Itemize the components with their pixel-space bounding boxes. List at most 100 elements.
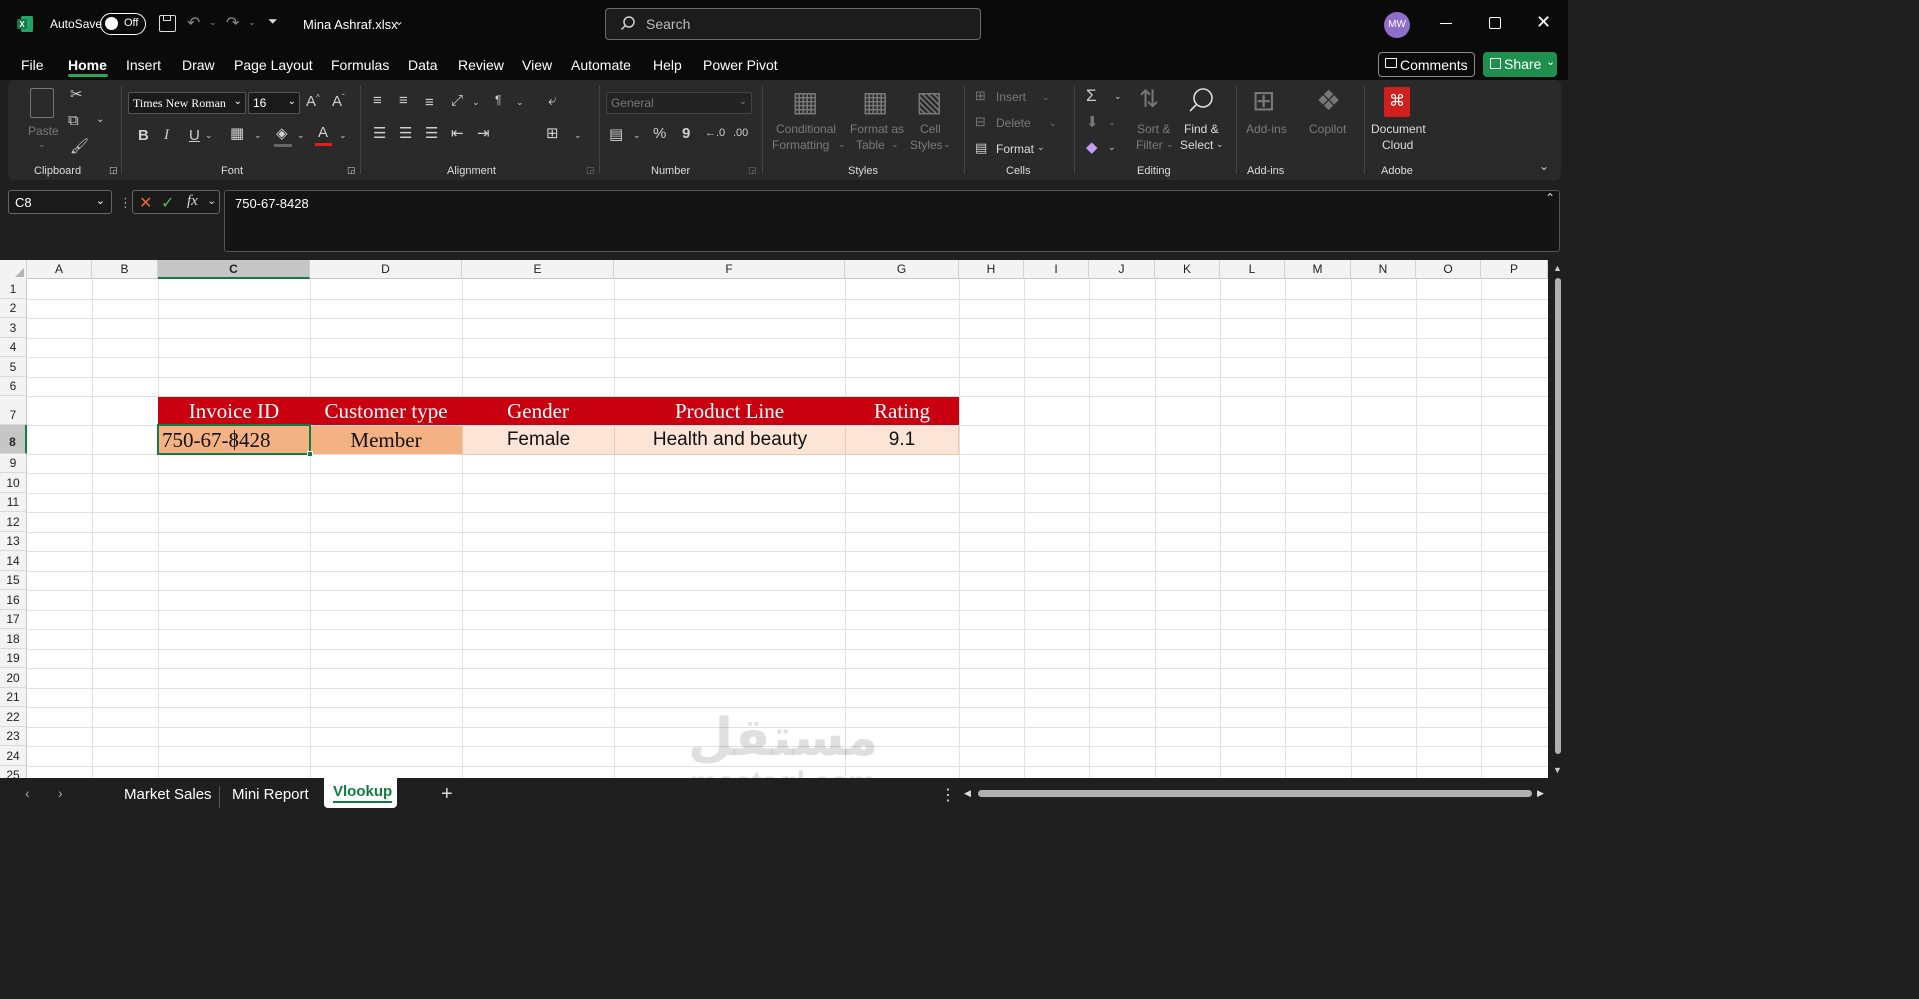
- align-right-icon[interactable]: ☰: [425, 126, 438, 141]
- cut-icon[interactable]: ✂: [70, 87, 83, 102]
- redo-dropdown-icon[interactable]: ⌄: [248, 17, 256, 28]
- scroll-left-icon[interactable]: ◀: [964, 788, 971, 799]
- close-icon[interactable]: ✕: [1536, 12, 1551, 33]
- chevron-down-icon[interactable]: ⌄: [207, 194, 216, 207]
- column-header-g[interactable]: G: [845, 260, 959, 279]
- row-header-selected[interactable]: 8: [0, 425, 27, 454]
- cell-customer-type[interactable]: Member: [310, 426, 462, 454]
- font-color-dropdown-icon[interactable]: ⌄: [339, 131, 347, 140]
- number-launcher-icon[interactable]: ◲: [748, 166, 757, 175]
- share-button[interactable]: Share ⌄: [1483, 52, 1557, 77]
- row-header[interactable]: 20: [0, 668, 27, 688]
- sheet-tab-mini-report[interactable]: Mini Report: [232, 786, 309, 803]
- row-header[interactable]: 25: [0, 766, 27, 778]
- row-header[interactable]: 1: [0, 279, 27, 299]
- add-ins-icon[interactable]: ⊞: [1252, 87, 1275, 115]
- column-header-a[interactable]: A: [27, 260, 92, 279]
- sort-filter-dropdown-icon[interactable]: ⌄: [1166, 140, 1174, 149]
- vertical-scroll-thumb[interactable]: [1555, 278, 1561, 754]
- merge-dropdown-icon[interactable]: ⌄: [574, 131, 582, 140]
- decrease-decimal-icon[interactable]: .00: [733, 128, 748, 139]
- column-header-o[interactable]: O: [1416, 260, 1481, 279]
- align-middle-icon[interactable]: ≡: [399, 93, 408, 108]
- row-header[interactable]: 12: [0, 512, 27, 532]
- clipboard-launcher-icon[interactable]: ◲: [109, 166, 118, 175]
- undo-dropdown-icon[interactable]: ⌄: [209, 17, 217, 28]
- conditional-formatting-label-2[interactable]: Formatting: [772, 138, 829, 152]
- restore-icon[interactable]: [1489, 17, 1501, 29]
- collapse-ribbon-icon[interactable]: ⌄: [1539, 160, 1549, 172]
- row-header[interactable]: 15: [0, 571, 27, 590]
- row-header[interactable]: 16: [0, 590, 27, 610]
- row-header[interactable]: 4: [0, 338, 27, 357]
- format-as-table-label-2[interactable]: Table: [856, 138, 885, 152]
- worksheet-grid[interactable]: A B C D E F G H I J K L M N O P 1 2 3 4 …: [0, 260, 1548, 778]
- cell-styles-label-2[interactable]: Styles: [910, 138, 943, 152]
- orientation-icon[interactable]: ⤢: [451, 93, 463, 108]
- vertical-scrollbar[interactable]: ▲ ▼: [1548, 260, 1568, 778]
- row-header[interactable]: 10: [0, 473, 27, 493]
- column-header-i[interactable]: I: [1024, 260, 1089, 279]
- increase-indent-icon[interactable]: ⇥: [477, 126, 490, 141]
- next-sheet-icon[interactable]: ›: [58, 785, 63, 801]
- sort-filter-label-2[interactable]: Filter: [1136, 138, 1163, 152]
- clear-dropdown-icon[interactable]: ⌄: [1108, 143, 1116, 152]
- find-select-dropdown-icon[interactable]: ⌄: [1216, 140, 1224, 149]
- accounting-format-icon[interactable]: ▤: [609, 127, 623, 142]
- autosum-dropdown-icon[interactable]: ⌄: [1114, 92, 1122, 101]
- redo-icon[interactable]: ↷: [226, 13, 239, 33]
- table-header-product-line[interactable]: Product Line: [614, 397, 845, 425]
- format-as-table-dropdown-icon[interactable]: ⌄: [891, 140, 899, 149]
- copilot-icon[interactable]: ❖: [1316, 87, 1341, 115]
- fill-icon[interactable]: ⬇: [1086, 115, 1099, 130]
- align-top-icon[interactable]: ≡: [373, 93, 382, 108]
- insert-cells-label[interactable]: Insert: [996, 90, 1026, 104]
- row-header[interactable]: 14: [0, 551, 27, 571]
- scroll-right-icon[interactable]: ▶: [1537, 788, 1544, 799]
- tab-formulas[interactable]: Formulas: [331, 57, 389, 73]
- customize-qat-icon[interactable]: ⏷: [268, 14, 278, 29]
- search-box[interactable]: Search: [605, 8, 981, 40]
- format-cells-icon[interactable]: ▤: [975, 141, 987, 154]
- file-name-chevron-icon[interactable]: ⌄: [394, 14, 404, 28]
- find-select-icon[interactable]: [1186, 86, 1216, 121]
- paste-icon[interactable]: [30, 88, 54, 118]
- cell-styles-dropdown-icon[interactable]: ⌄: [943, 140, 951, 149]
- column-header-n[interactable]: N: [1351, 260, 1416, 279]
- borders-icon[interactable]: ▦: [230, 126, 244, 141]
- tab-data[interactable]: Data: [408, 57, 438, 73]
- row-header[interactable]: 13: [0, 532, 27, 551]
- tab-draw[interactable]: Draw: [182, 57, 215, 73]
- borders-dropdown-icon[interactable]: ⌄: [254, 131, 262, 140]
- comma-style-icon[interactable]: 9: [682, 126, 690, 141]
- find-select-label-2[interactable]: Select: [1180, 138, 1213, 152]
- tab-file[interactable]: File: [21, 57, 44, 73]
- align-center-icon[interactable]: ☰: [399, 126, 412, 141]
- autosave-toggle[interactable]: Off: [100, 13, 146, 35]
- row-header[interactable]: 19: [0, 649, 27, 668]
- conditional-formatting-dropdown-icon[interactable]: ⌄: [838, 140, 846, 149]
- table-header-invoice-id[interactable]: Invoice ID: [158, 397, 310, 425]
- pdf-icon[interactable]: ⌘: [1384, 87, 1410, 117]
- add-sheet-icon[interactable]: +: [441, 783, 453, 806]
- column-header-b[interactable]: B: [92, 260, 158, 279]
- accounting-dropdown-icon[interactable]: ⌄: [633, 131, 641, 140]
- select-all-corner[interactable]: [0, 260, 27, 279]
- sheet-tab-market-sales[interactable]: Market Sales: [124, 786, 212, 803]
- autosum-icon[interactable]: Σ: [1086, 87, 1097, 104]
- row-header[interactable]: 24: [0, 746, 27, 766]
- delete-cells-dropdown-icon[interactable]: ⌄: [1049, 119, 1057, 128]
- number-format-select[interactable]: General ⌄: [606, 92, 752, 114]
- minimize-icon[interactable]: [1440, 23, 1452, 24]
- tab-home[interactable]: Home: [68, 57, 107, 73]
- increase-font-icon[interactable]: A^: [306, 94, 320, 110]
- tab-review[interactable]: Review: [458, 57, 504, 73]
- column-header-d[interactable]: D: [310, 260, 462, 279]
- row-header[interactable]: 6: [0, 377, 27, 396]
- format-cells-dropdown-icon[interactable]: ⌄: [1037, 143, 1045, 152]
- column-header-e[interactable]: E: [462, 260, 614, 279]
- column-header-h[interactable]: H: [959, 260, 1024, 279]
- font-launcher-icon[interactable]: ◲: [347, 166, 356, 175]
- row-header[interactable]: 17: [0, 610, 27, 629]
- row-header[interactable]: 9: [0, 454, 27, 473]
